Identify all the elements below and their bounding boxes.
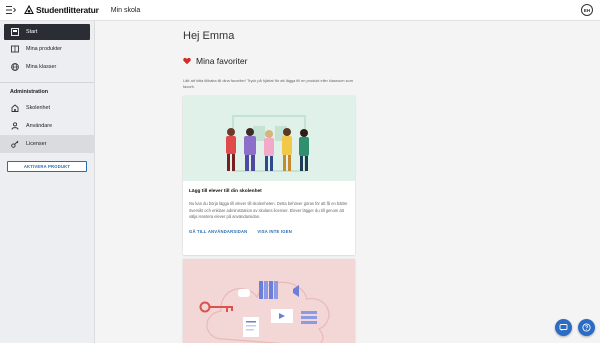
favorites-title: Mina favoriter xyxy=(196,56,248,66)
help-icon xyxy=(582,323,591,332)
card-actions: GÅ TILL ANVÄNDARSIDAN VISA INTE IGEN xyxy=(183,221,355,234)
school-icon xyxy=(10,104,19,113)
sidebar-divider xyxy=(0,82,94,83)
page-title: Hej Emma xyxy=(183,30,235,42)
activate-product-button[interactable]: AKTIVERA PRODUKT xyxy=(7,161,87,172)
sidebar-item-label: Licenser xyxy=(26,141,47,147)
sidebar-item-label: Mina produkter xyxy=(26,46,62,52)
go-to-users-link[interactable]: GÅ TILL ANVÄNDARSIDAN xyxy=(189,229,247,234)
chat-fab-button[interactable] xyxy=(555,319,572,336)
add-students-card: Lägg till elever till din skolenhet Nu k… xyxy=(183,96,355,255)
sidebar-item-start[interactable]: Start xyxy=(4,24,90,40)
user-icon xyxy=(10,122,19,131)
sidebar-item-mina-klasser[interactable]: Mina klasser xyxy=(0,58,94,76)
license-card xyxy=(183,259,355,343)
card-title: Lägg till elever till din skolenhet xyxy=(189,189,262,194)
chat-icon xyxy=(559,324,568,331)
sidebar-item-anvandare[interactable]: Användare xyxy=(0,117,94,135)
favorites-description: Lätt att hitta tillbaka till dina favori… xyxy=(183,78,353,90)
heart-icon xyxy=(183,57,191,65)
sidebar-item-skolenhet[interactable]: Skolenhet xyxy=(0,99,94,117)
card-body: Nu kan du börja lägga till elever till s… xyxy=(189,201,348,220)
help-fab-button[interactable] xyxy=(578,319,595,336)
book-icon xyxy=(10,45,19,54)
top-bar: Studentlitteratur Min skola EH xyxy=(0,0,600,21)
sidebar-item-mina-produkter[interactable]: Mina produkter xyxy=(0,40,94,58)
home-icon xyxy=(10,28,19,37)
dont-show-again-link[interactable]: VISA INTE IGEN xyxy=(257,229,292,234)
logo-text: Studentlitteratur xyxy=(36,5,99,15)
globe-icon xyxy=(10,63,19,72)
sidebar: Start Mina produkter Mina klasser Admini… xyxy=(0,21,95,343)
logo-mark-icon xyxy=(24,5,34,15)
favorites-heading: Mina favoriter xyxy=(183,56,248,66)
app-title: Min skola xyxy=(110,6,141,14)
people-illustration xyxy=(183,96,355,181)
sidebar-item-licenser[interactable]: Licenser xyxy=(0,135,94,153)
main-content: Hej Emma Mina favoriter Lätt att hitta t… xyxy=(95,21,600,343)
key-icon xyxy=(10,140,19,149)
sidebar-item-label: Start xyxy=(26,29,38,35)
sidebar-item-label: Mina klasser xyxy=(26,64,57,70)
sidebar-item-label: Användare xyxy=(26,123,53,129)
sidebar-item-label: Skolenhet xyxy=(26,105,50,111)
cloud-key-illustration xyxy=(183,259,355,343)
section-label-administration: Administration xyxy=(10,89,49,95)
avatar[interactable]: EH xyxy=(581,4,593,16)
studentlitteratur-logo[interactable]: Studentlitteratur xyxy=(24,5,99,15)
menu-collapse-icon[interactable] xyxy=(6,5,16,15)
